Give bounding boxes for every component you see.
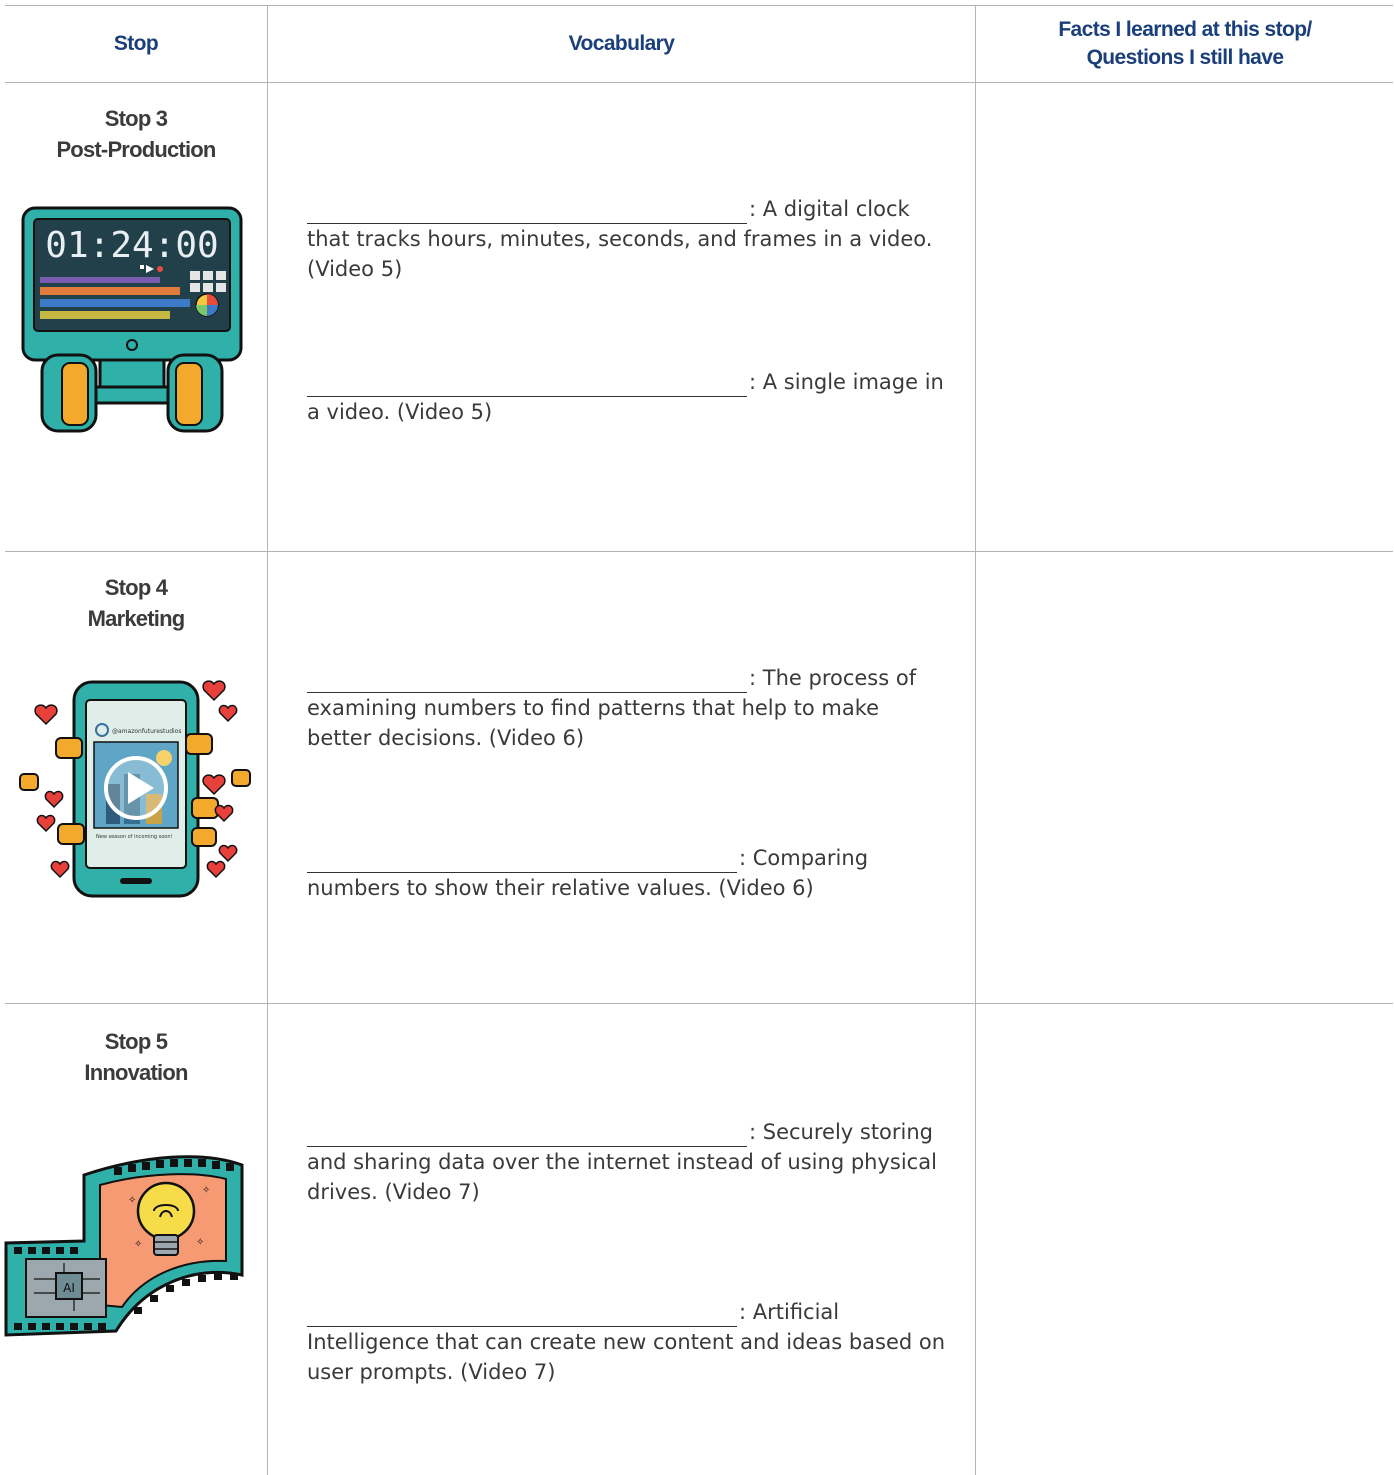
fill-in-blank[interactable]: [307, 1122, 747, 1147]
filmstrip-lightbulb-ai-icon: AI ✧ ✧ ✧ ✧: [4, 1155, 244, 1337]
vocab-item: : The process of examining numbers to fi…: [307, 663, 947, 753]
header-facts-line2: Questions I still have: [1086, 46, 1284, 69]
vocab-item: : Artificial Intelligence that can creat…: [307, 1297, 947, 1387]
stop-title: Stop 5 Innovation: [5, 1026, 267, 1088]
fill-in-blank[interactable]: [307, 1302, 737, 1327]
stop-name: Innovation: [84, 1060, 188, 1085]
table-top-border: [5, 5, 1393, 6]
editing-monitor-headphones-icon: 01:24:00: [21, 206, 243, 433]
header-facts-line1: Facts I learned at this stop/: [1058, 18, 1312, 41]
header-stop: Stop: [113, 32, 159, 55]
header-divider: [5, 82, 1393, 83]
facts-answer-cell[interactable]: [977, 553, 1392, 1002]
phone-caption-text: New season of incoming soon!: [96, 834, 173, 840]
phone-handle-text: @amazonfuturestudios: [112, 728, 181, 735]
column-divider: [975, 5, 976, 1475]
svg-text:✧: ✧: [196, 1237, 204, 1248]
stop-number: Stop 3: [104, 106, 168, 131]
vocab-item: : A single image in a video. (Video 5): [307, 367, 947, 427]
svg-text:✧: ✧: [202, 1185, 210, 1196]
vocab-item: : A digital clock that tracks hours, min…: [307, 194, 947, 284]
column-divider: [267, 5, 268, 1475]
stop-title: Stop 4 Marketing: [5, 572, 267, 634]
stop-number: Stop 4: [104, 575, 168, 600]
svg-text:✧: ✧: [134, 1239, 142, 1250]
row-divider: [5, 551, 1393, 552]
stop-number: Stop 5: [104, 1029, 168, 1054]
row-divider: [5, 1003, 1393, 1004]
vocab-item: : Comparing numbers to show their relati…: [307, 843, 947, 903]
fill-in-blank[interactable]: [307, 848, 737, 873]
phone-social-media-icon: @amazonfuturestudios New season of incom…: [19, 680, 251, 898]
stop-name: Marketing: [87, 606, 186, 631]
ai-chip-label: AI: [63, 1281, 75, 1295]
fill-in-blank[interactable]: [307, 372, 747, 397]
timecode-display: 01:24:00: [45, 225, 218, 266]
fill-in-blank[interactable]: [307, 199, 747, 224]
facts-answer-cell[interactable]: [977, 84, 1392, 550]
svg-text:✧: ✧: [128, 1195, 136, 1206]
fill-in-blank[interactable]: [307, 668, 747, 693]
header-vocabulary: Vocabulary: [568, 32, 675, 55]
stop-title: Stop 3 Post-Production: [5, 103, 267, 165]
facts-answer-cell[interactable]: [977, 1005, 1392, 1474]
vocab-item: : Securely storing and sharing data over…: [307, 1117, 947, 1207]
stop-name: Post-Production: [56, 137, 216, 162]
header-facts: Facts I learned at this stop/ Questions …: [976, 16, 1394, 72]
